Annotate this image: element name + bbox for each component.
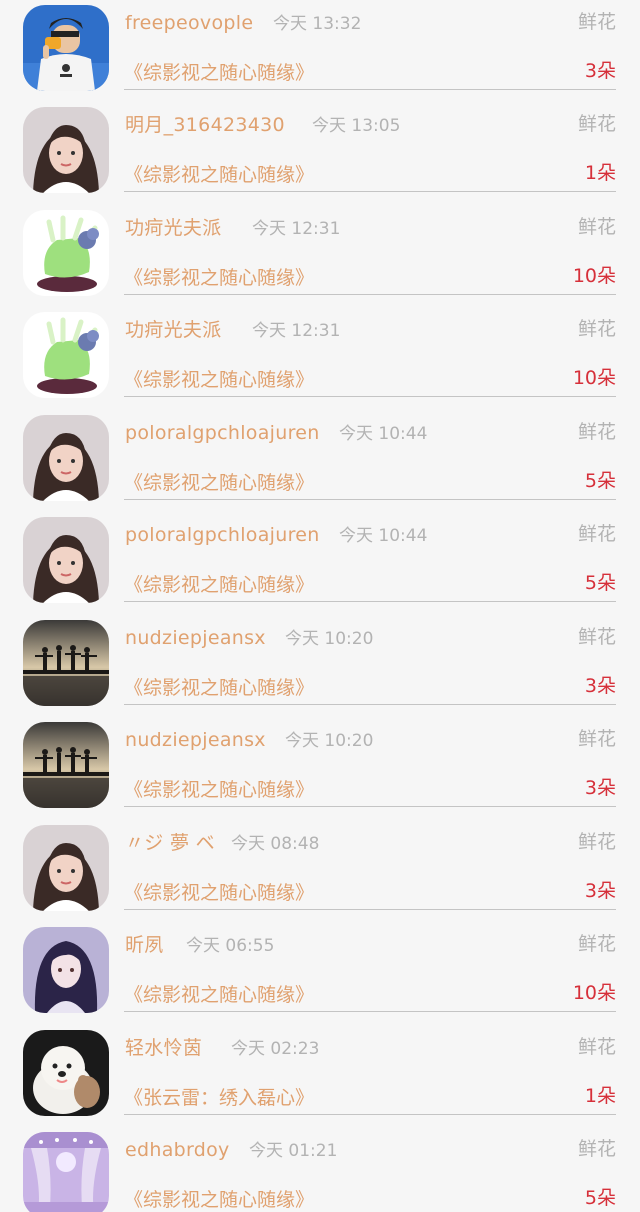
gift-type-label: 鲜花 (577, 523, 616, 545)
work-title-link[interactable]: 《综影视之随心随缘》 (124, 1187, 314, 1212)
sender-name[interactable]: 轻水怜茵 (125, 1035, 202, 1061)
gift-time: 今天 12:31 (252, 321, 341, 341)
gift-type-label: 鲜花 (577, 1036, 616, 1058)
gift-count: 5朵 (584, 470, 616, 492)
gift-record-row[interactable]: edhabrdoy 今天 01:21 鲜花《综影视之随心随缘》 5朵 (0, 1127, 640, 1212)
gift-count: 1朵 (584, 1085, 616, 1107)
gift-record-row[interactable]: nudziepjeansx 今天 10:20 鲜花《综影视之随心随缘》 3朵 (0, 615, 640, 717)
work-title-link[interactable]: 《张云雷：绣入磊心》 (124, 1085, 314, 1111)
gift-count: 1朵 (584, 162, 616, 184)
row-divider (124, 806, 616, 807)
gift-time: 今天 13:32 (273, 14, 362, 34)
user-avatar-sunset-silhouettes-icon[interactable] (23, 722, 109, 808)
gift-type-label: 鲜花 (577, 1138, 616, 1160)
gift-record-row[interactable]: freepeovople 今天 13:32 鲜花《综影视之随心随缘》 3朵 (0, 0, 640, 102)
gift-count: 3朵 (584, 60, 616, 82)
gift-count: 3朵 (584, 777, 616, 799)
gift-time: 今天 02:23 (231, 1039, 320, 1059)
work-title-link[interactable]: 《综影视之随心随缘》 (124, 572, 314, 598)
sender-name[interactable]: 功疴光夫派 (125, 215, 222, 241)
gift-type-label: 鲜花 (577, 216, 616, 238)
gift-type-label: 鲜花 (577, 113, 616, 135)
work-title-link[interactable]: 《综影视之随心随缘》 (124, 777, 314, 803)
gift-record-row[interactable]: poloralgpchloajuren 今天 10:44 鲜花《综影视之随心随缘》 5… (0, 410, 640, 512)
gift-record-row[interactable]: nudziepjeansx 今天 10:20 鲜花《综影视之随心随缘》 3朵 (0, 717, 640, 819)
gift-time: 今天 10:44 (339, 424, 428, 444)
gift-type-label: 鲜花 (577, 933, 616, 955)
sender-name[interactable]: nudziepjeansx (125, 625, 266, 651)
work-title-link[interactable]: 《综影视之随心随缘》 (124, 60, 314, 86)
row-divider (124, 396, 616, 397)
row-divider (124, 89, 616, 90)
gift-record-row[interactable]: 功疴光夫派 今天 12:31 鲜花《综影视之随心随缘》 10朵 (0, 205, 640, 307)
gift-time: 今天 10:20 (285, 731, 374, 751)
sender-name[interactable]: 功疴光夫派 (125, 317, 222, 343)
user-avatar-figurine-icon[interactable] (23, 312, 109, 398)
gift-count: 3朵 (584, 880, 616, 902)
gift-record-row[interactable]: poloralgpchloajuren 今天 10:44 鲜花《综影视之随心随缘》 5… (0, 512, 640, 614)
gift-type-label: 鲜花 (577, 831, 616, 853)
gift-type-label: 鲜花 (577, 421, 616, 443)
gift-count: 10朵 (572, 367, 616, 389)
gift-record-row[interactable]: 〃ジ 夢 ベ今天 08:48 鲜花《综影视之随心随缘》 3朵 (0, 820, 640, 922)
user-avatar-puppy-icon[interactable] (23, 1030, 109, 1116)
gift-count: 3朵 (584, 675, 616, 697)
row-divider (124, 294, 616, 295)
gift-time: 今天 10:44 (339, 526, 428, 546)
gift-count: 10朵 (572, 982, 616, 1004)
gift-record-row[interactable]: 轻水怜茵 今天 02:23 鲜花《张云雷：绣入磊心》 1朵 (0, 1025, 640, 1127)
row-divider (124, 191, 616, 192)
gift-record-row[interactable]: 昕夙 今天 06:55 鲜花《综影视之随心随缘》 10朵 (0, 922, 640, 1024)
gift-count: 5朵 (584, 1187, 616, 1209)
gift-record-row[interactable]: 功疴光夫派 今天 12:31 鲜花《综影视之随心随缘》 10朵 (0, 307, 640, 409)
user-avatar-girl-icon[interactable] (23, 825, 109, 911)
gift-type-label: 鲜花 (577, 728, 616, 750)
gift-type-label: 鲜花 (577, 626, 616, 648)
gift-time: 今天 10:20 (285, 629, 374, 649)
gift-type-label: 鲜花 (577, 318, 616, 340)
sender-name[interactable]: nudziepjeansx (125, 727, 266, 753)
work-title-link[interactable]: 《综影视之随心随缘》 (124, 470, 314, 496)
sender-name[interactable]: 〃ジ 夢 ベ (125, 830, 215, 856)
gift-count: 10朵 (572, 265, 616, 287)
user-avatar-purple-scene-icon[interactable] (23, 1132, 109, 1212)
row-divider (124, 499, 616, 500)
sender-name[interactable]: poloralgpchloajuren (125, 420, 320, 446)
gift-record-list: freepeovople 今天 13:32 鲜花 《综影视之随心随缘》 3朵 明月_316… (0, 0, 640, 1212)
gift-time: 今天 12:31 (252, 219, 341, 239)
user-avatar-anime-girl-icon[interactable] (23, 927, 109, 1013)
sender-name[interactable]: 明月_316423430 (125, 112, 285, 138)
gift-time: 今天 13:05 (312, 116, 401, 136)
user-avatar-figurine-icon[interactable] (23, 210, 109, 296)
sender-name[interactable]: poloralgpchloajuren (125, 522, 320, 548)
row-divider (124, 704, 616, 705)
gift-record-row[interactable]: 明月_316423430 今天 13:05 鲜花《综影视之随心随缘》 1朵 (0, 102, 640, 204)
work-title-link[interactable]: 《综影视之随心随缘》 (124, 367, 314, 393)
row-divider (124, 601, 616, 602)
user-avatar-girl-icon[interactable] (23, 107, 109, 193)
work-title-link[interactable]: 《综影视之随心随缘》 (124, 265, 314, 291)
user-avatar-girl-icon[interactable] (23, 517, 109, 603)
row-divider (124, 1114, 616, 1115)
gift-type-label: 鲜花 (577, 11, 616, 33)
row-divider (124, 1011, 616, 1012)
user-avatar-sunset-silhouettes-icon[interactable] (23, 620, 109, 706)
sender-name[interactable]: freepeovople (125, 10, 253, 36)
sender-name[interactable]: 昕夙 (125, 932, 164, 958)
work-title-link[interactable]: 《综影视之随心随缘》 (124, 982, 314, 1008)
gift-time: 今天 06:55 (186, 936, 275, 956)
gift-count: 5朵 (584, 572, 616, 594)
row-divider (124, 909, 616, 910)
sender-name[interactable]: edhabrdoy (125, 1137, 230, 1163)
work-title-link[interactable]: 《综影视之随心随缘》 (124, 675, 314, 701)
user-avatar-boy-icon[interactable] (23, 5, 109, 91)
gift-time: 今天 01:21 (249, 1141, 338, 1161)
user-avatar-girl-icon[interactable] (23, 415, 109, 501)
gift-time: 今天 08:48 (231, 834, 320, 854)
work-title-link[interactable]: 《综影视之随心随缘》 (124, 162, 314, 188)
work-title-link[interactable]: 《综影视之随心随缘》 (124, 880, 314, 906)
